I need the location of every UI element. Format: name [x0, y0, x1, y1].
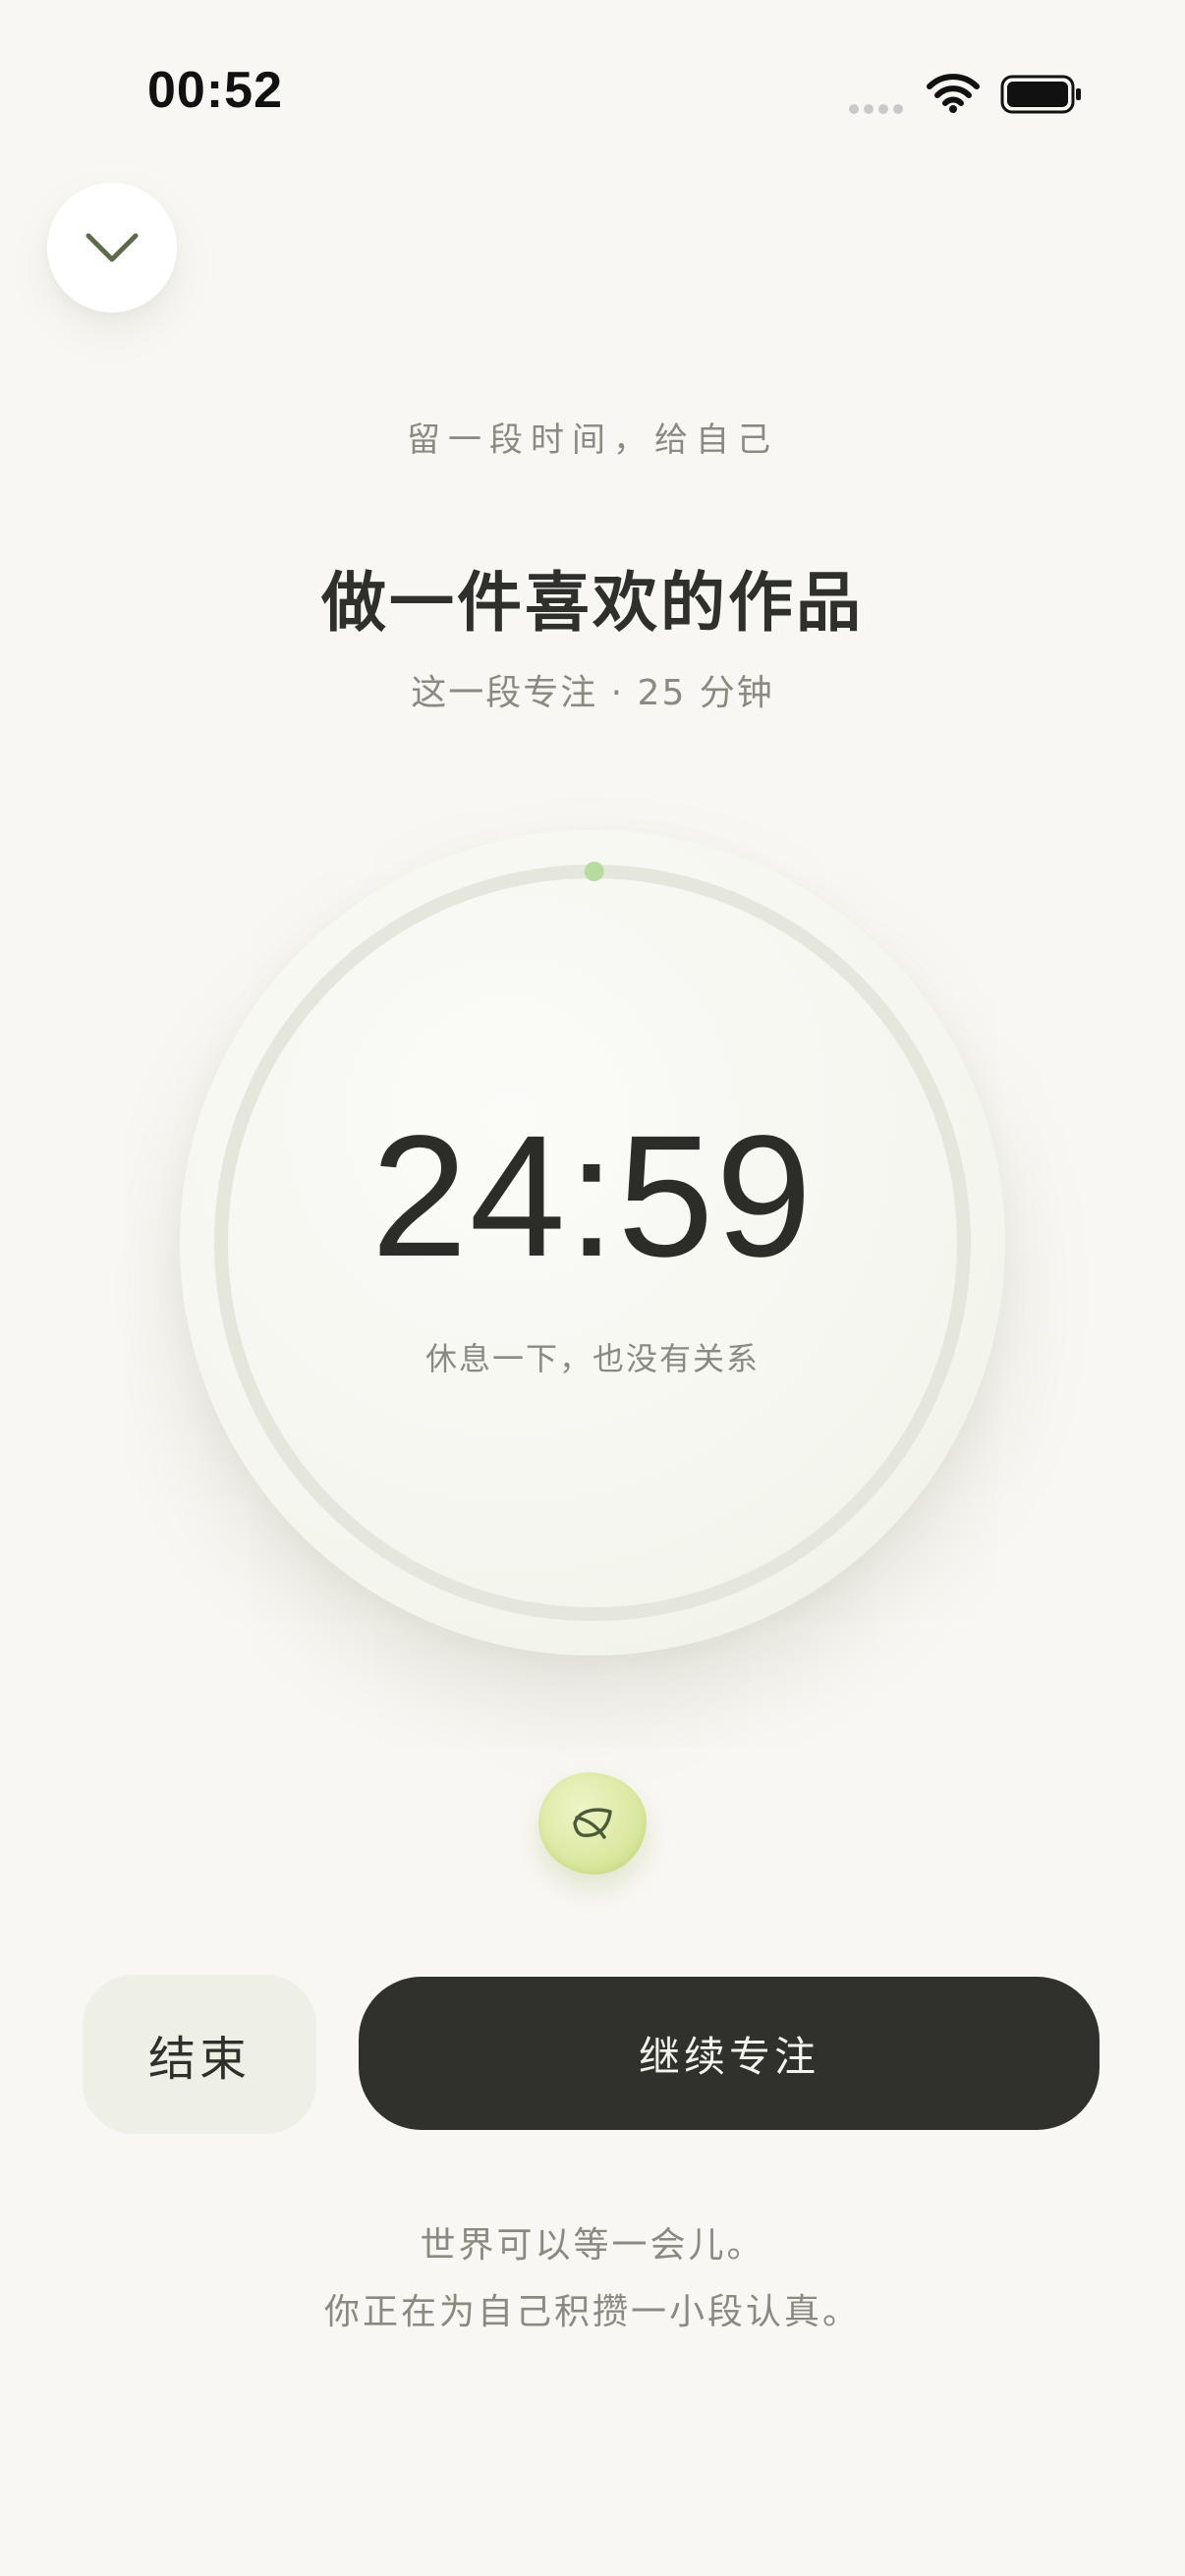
battery-icon: [1000, 75, 1081, 114]
session-info: 这一段专注 · 25 分钟: [411, 673, 774, 713]
progress-indicator-dot: [584, 862, 604, 881]
timer-display: 24:59: [370, 1100, 815, 1293]
quote-line-1: 世界可以等一会儿。: [420, 2225, 765, 2266]
chevron-down-icon: [85, 233, 139, 262]
quote-line-2: 你正在为自己积攒一小段认真。: [323, 2292, 861, 2332]
leaf-pebble-button[interactable]: [538, 1772, 647, 1875]
task-title: 做一件喜欢的作品: [321, 565, 864, 641]
timer-hint: 休息一下，也没有关系: [424, 1340, 760, 1377]
collapse-button[interactable]: [47, 183, 177, 312]
end-button[interactable]: 结束: [83, 1975, 316, 2134]
tagline: 留一段时间，给自己: [407, 420, 778, 460]
leaf-icon: [573, 1808, 612, 1839]
focus-screen: 00:52 留一段时间，给自己 做一件喜欢的作品 这一段专注 · 25 分钟 2…: [0, 0, 1185, 2576]
status-time: 00:52: [147, 62, 283, 119]
wifi-icon: [927, 74, 980, 113]
continue-focus-button[interactable]: 继续专注: [359, 1977, 1100, 2130]
cellular-signal-icon: [849, 104, 903, 114]
